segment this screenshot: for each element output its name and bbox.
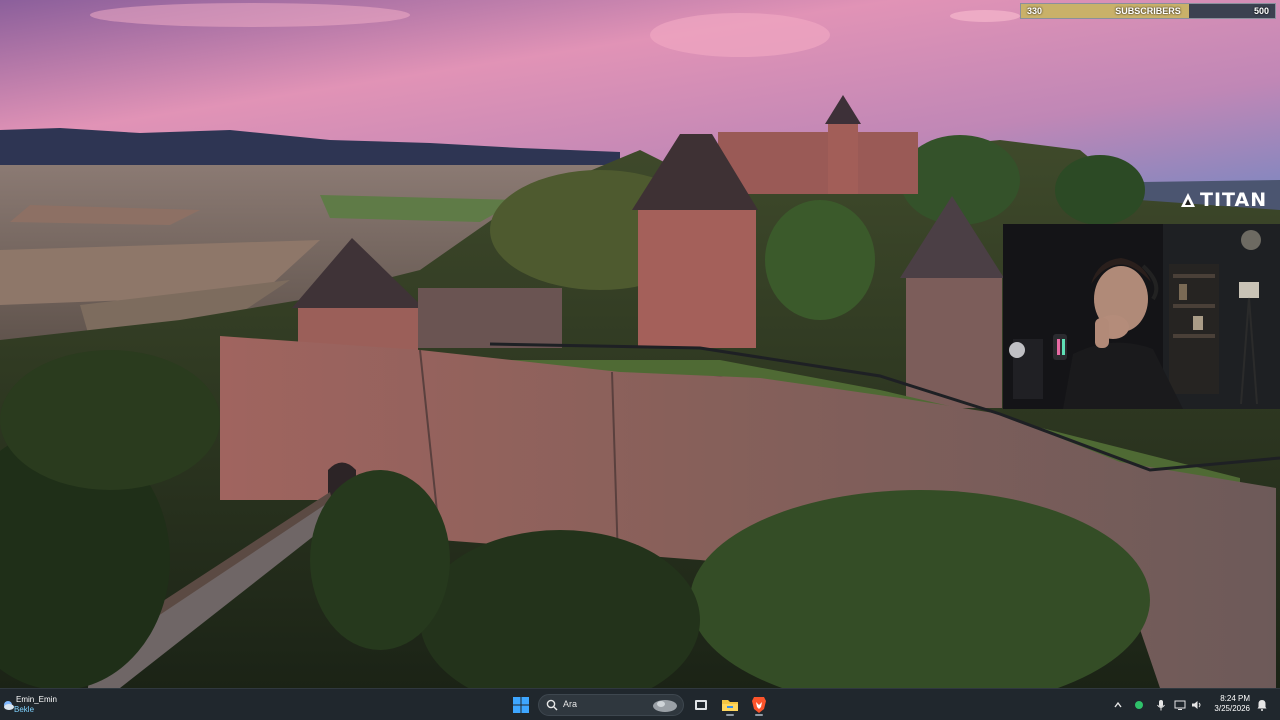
file-explorer-icon (722, 700, 738, 711)
webcam-feed (1003, 224, 1280, 409)
search-highlight-icon (653, 700, 677, 712)
notification-bell-icon (1257, 700, 1267, 711)
brand-logo-text: TITAN (1200, 189, 1268, 211)
start-button[interactable] (509, 693, 533, 717)
file-explorer-active-indicator (726, 714, 734, 716)
brave-browser-icon (752, 697, 766, 713)
widget-line2: Bekle (14, 705, 35, 714)
chevron-up-icon (1114, 701, 1122, 708)
windows-start-icon (513, 697, 529, 713)
clock-time: 8:24 PM (1220, 694, 1250, 703)
brave-browser-button[interactable] (747, 693, 771, 717)
weather-widget[interactable]: Emin_Emin Bekle (2, 693, 82, 717)
search-placeholder: Ara (563, 699, 578, 709)
brand-logo: TITAN (1180, 189, 1267, 211)
clock-date: 3/25/2026 (1214, 704, 1250, 713)
status-dot-icon (1135, 701, 1143, 709)
show-hidden-icons-button[interactable] (1110, 695, 1126, 715)
widget-line1: Emin_Emin (16, 695, 57, 704)
notification-button[interactable] (1254, 695, 1270, 715)
network-tray-button[interactable] (1172, 695, 1188, 715)
task-view-icon (695, 700, 707, 710)
subscriber-goal-target: 500 (1253, 6, 1269, 16)
tray-status-button[interactable] (1131, 695, 1147, 715)
subscriber-goal-bar: 330 SUBSCRIBERS 500 (1020, 3, 1276, 19)
brave-active-indicator (755, 714, 763, 716)
speaker-icon (1192, 701, 1201, 709)
volume-tray-button[interactable] (1189, 695, 1205, 715)
search-icon (546, 699, 558, 711)
microphone-tray-button[interactable] (1153, 695, 1169, 715)
windows-taskbar: Emin_Emin Bekle Ara 8:24 PM 3/25/2026 (0, 688, 1280, 720)
taskbar-search-box[interactable]: Ara (538, 694, 684, 716)
microphone-icon (1157, 700, 1165, 711)
taskbar-clock[interactable]: 8:24 PM 3/25/2026 (1206, 694, 1250, 714)
subscriber-goal-label: SUBSCRIBERS (1115, 6, 1181, 16)
titan-logo-icon (1181, 193, 1195, 207)
file-explorer-button[interactable] (718, 693, 742, 717)
task-view-button[interactable] (689, 693, 713, 717)
weather-icon (4, 701, 14, 710)
display-icon (1174, 700, 1186, 710)
